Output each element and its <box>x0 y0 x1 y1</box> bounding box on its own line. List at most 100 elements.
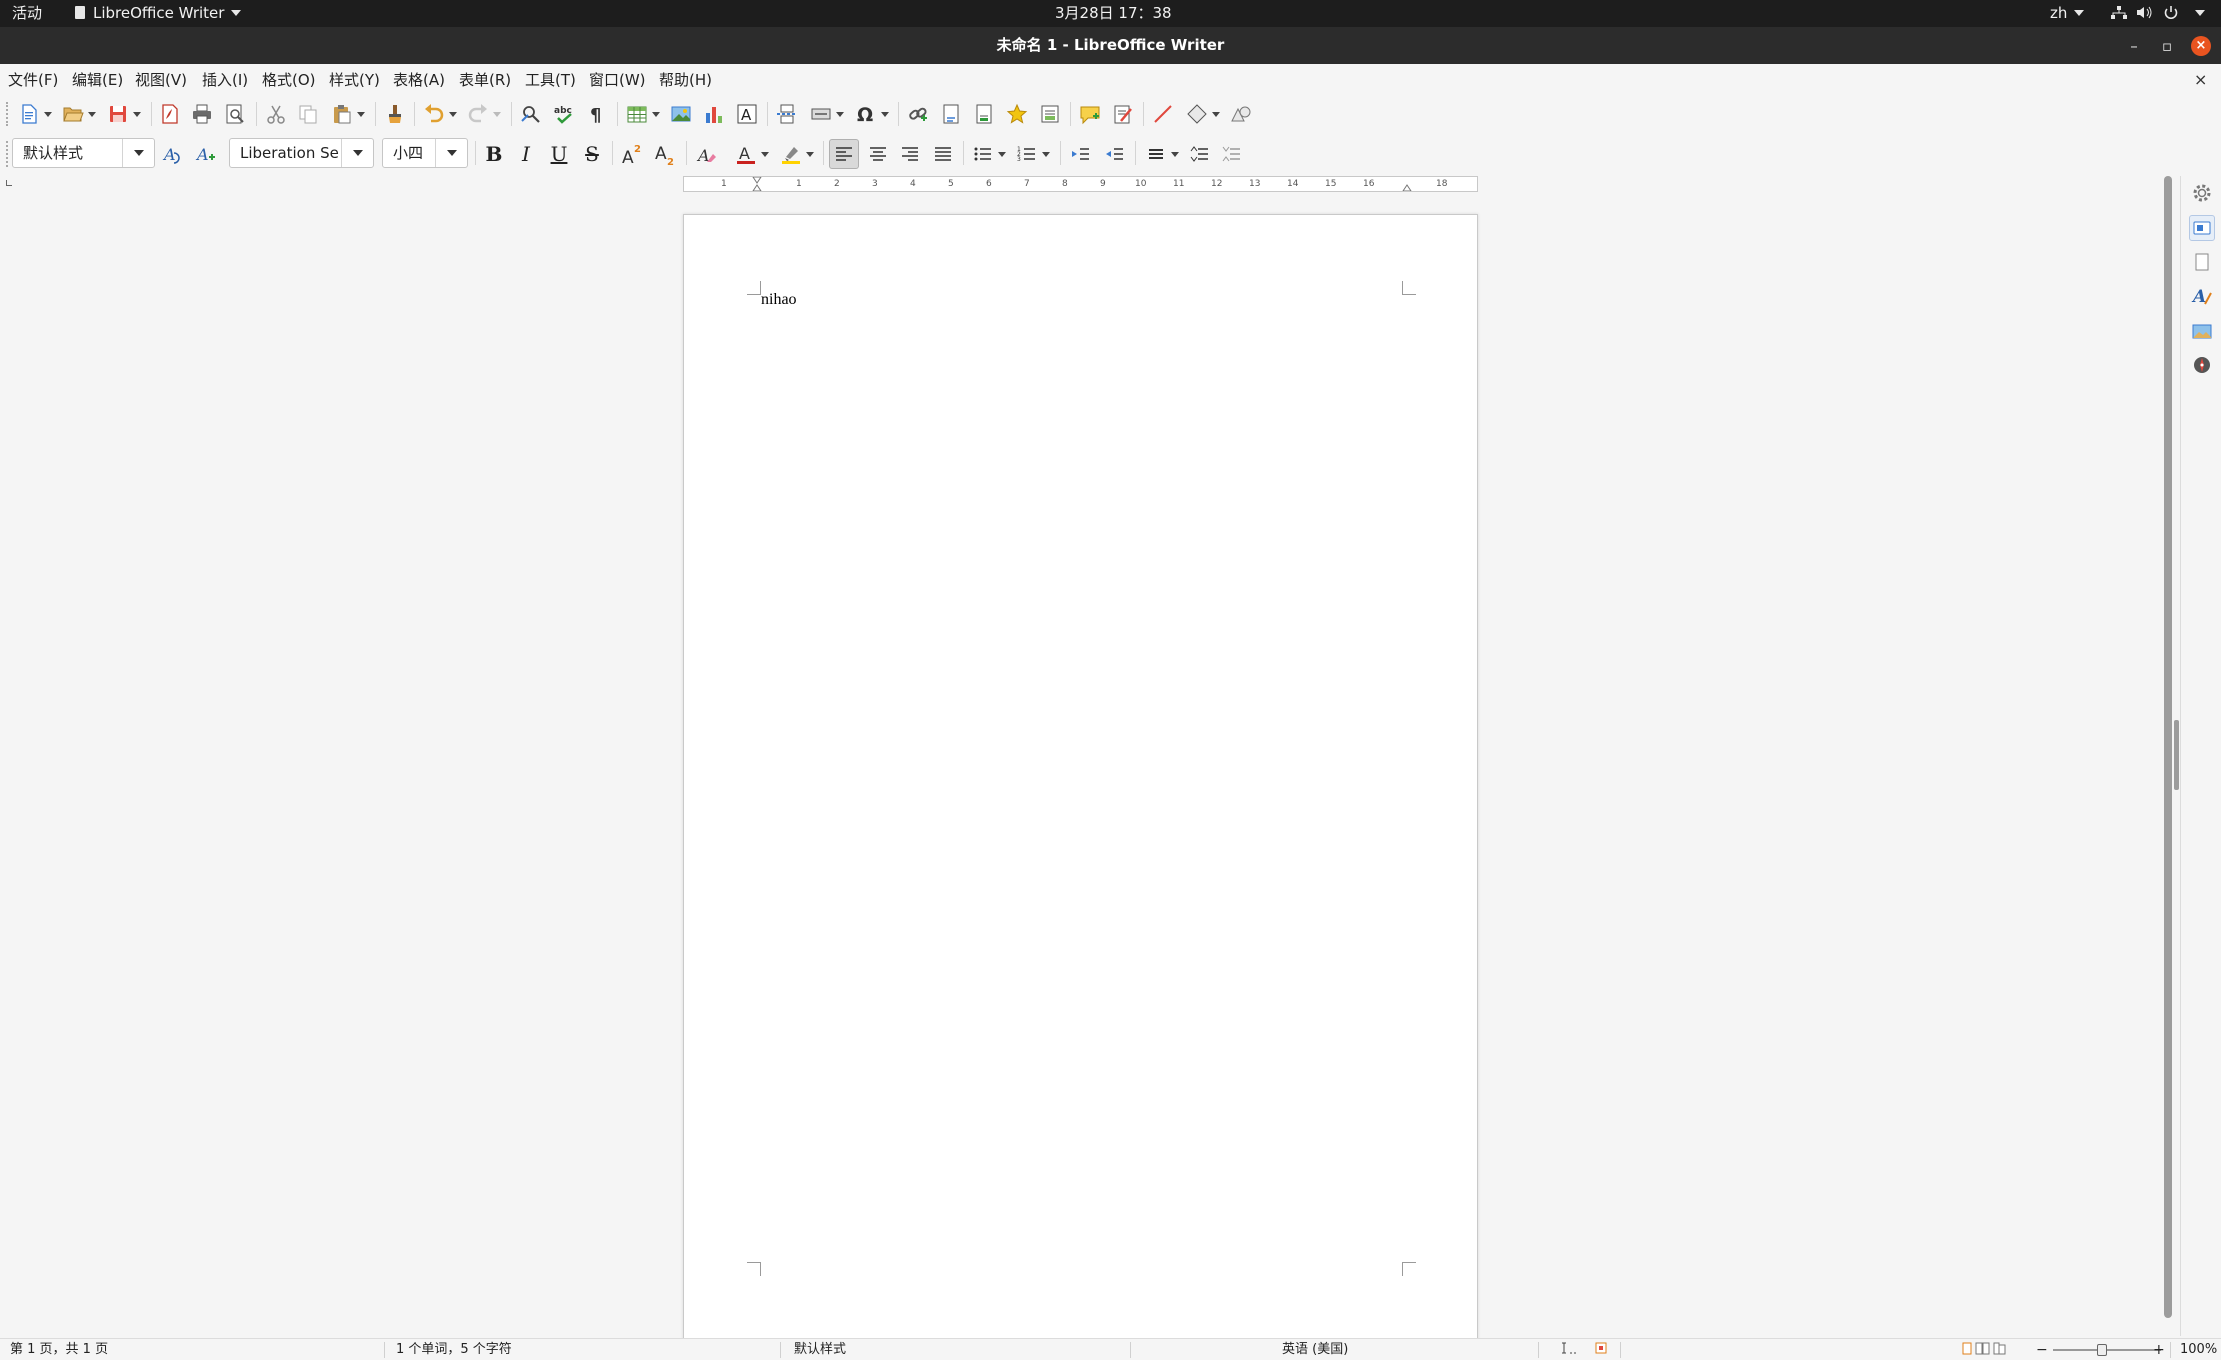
ordered-list-button[interactable]: 123 <box>1012 139 1054 169</box>
increase-paragraph-spacing-button[interactable] <box>1185 139 1215 169</box>
zoom-slider-handle[interactable] <box>2097 1344 2107 1356</box>
sidebar-styles-button[interactable]: A <box>2189 283 2215 309</box>
menu-edit[interactable]: 编辑(E) <box>72 64 123 96</box>
justify-button[interactable] <box>928 139 958 169</box>
insert-cross-reference-button[interactable] <box>1036 99 1064 129</box>
document-text[interactable]: nihao <box>761 291 797 309</box>
input-language-indicator[interactable]: zh <box>2050 0 2085 27</box>
page-count-status[interactable]: 第 1 页，共 1 页 <box>10 1339 108 1360</box>
align-right-button[interactable] <box>895 139 925 169</box>
word-count-status[interactable]: 1 个单词，5 个字符 <box>396 1339 512 1360</box>
copy-button[interactable] <box>294 99 322 129</box>
close-window-button[interactable]: × <box>2191 36 2211 56</box>
new-style-button[interactable]: A <box>192 139 220 169</box>
italic-button[interactable]: I <box>513 139 539 169</box>
insert-table-button[interactable] <box>622 99 664 129</box>
spelling-button[interactable]: abc <box>550 99 578 129</box>
print-button[interactable] <box>188 99 216 129</box>
menu-tools[interactable]: 工具(T) <box>525 64 576 96</box>
underline-button[interactable]: U <box>546 139 572 169</box>
app-menu[interactable]: LibreOffice Writer <box>75 0 242 27</box>
activities-button[interactable]: 活动 <box>12 0 42 27</box>
insert-footnote-button[interactable] <box>937 99 965 129</box>
chevron-down-icon[interactable] <box>435 139 467 167</box>
sidebar-properties-button[interactable] <box>2189 215 2215 241</box>
track-changes-button[interactable] <box>1109 99 1137 129</box>
sidebar-page-button[interactable] <box>2189 249 2215 275</box>
open-button[interactable] <box>58 99 100 129</box>
insert-textbox-button[interactable]: A <box>733 99 761 129</box>
selection-mode-status[interactable] <box>1594 1339 1608 1360</box>
update-style-button[interactable]: A <box>159 139 187 169</box>
toolbar-grip[interactable] <box>6 102 8 126</box>
insert-line-button[interactable] <box>1149 99 1177 129</box>
basic-shapes-button[interactable] <box>1182 99 1224 129</box>
insert-chart-button[interactable] <box>700 99 728 129</box>
superscript-button[interactable]: A2 <box>617 139 647 169</box>
clear-formatting-button[interactable]: A <box>692 139 722 169</box>
font-name-combo[interactable]: Liberation Se <box>229 138 374 168</box>
save-button[interactable] <box>103 99 145 129</box>
menu-view[interactable]: 视图(V) <box>135 64 187 96</box>
menu-form[interactable]: 表单(R) <box>459 64 511 96</box>
sidebar-collapse-handle[interactable] <box>2174 720 2179 790</box>
menu-format[interactable]: 格式(O) <box>262 64 316 96</box>
highlight-color-button[interactable] <box>776 139 818 169</box>
chevron-down-icon[interactable] <box>122 139 154 167</box>
find-replace-button[interactable] <box>517 99 545 129</box>
zoom-level[interactable]: 100% <box>2180 1339 2217 1360</box>
increase-indent-button[interactable] <box>1066 139 1096 169</box>
insert-field-button[interactable] <box>806 99 848 129</box>
export-pdf-button[interactable] <box>156 99 184 129</box>
subscript-button[interactable]: A2 <box>650 139 680 169</box>
menu-help[interactable]: 帮助(H) <box>659 64 712 96</box>
draw-functions-button[interactable] <box>1227 99 1255 129</box>
horizontal-ruler[interactable]: 1 1 2 3 4 5 6 7 8 9 10 11 12 13 14 15 16… <box>683 176 1478 192</box>
insert-hyperlink-button[interactable] <box>904 99 932 129</box>
menu-styles[interactable]: 样式(Y) <box>329 64 380 96</box>
toolbar-grip[interactable] <box>6 141 8 167</box>
new-document-button[interactable] <box>14 99 56 129</box>
paragraph-style-combo[interactable]: 默认样式 <box>12 138 155 168</box>
menu-table[interactable]: 表格(A) <box>393 64 445 96</box>
language-status[interactable]: 英语 (美国) <box>1282 1339 1348 1360</box>
sidebar-gallery-button[interactable] <box>2189 318 2215 344</box>
minimize-button[interactable]: – <box>2124 36 2144 56</box>
decrease-indent-button[interactable] <box>1100 139 1130 169</box>
zoom-in-button[interactable]: + <box>2153 1339 2165 1360</box>
maximize-button[interactable]: ▫ <box>2157 36 2177 56</box>
chevron-down-icon[interactable] <box>341 139 373 167</box>
zoom-out-button[interactable]: − <box>2036 1339 2048 1360</box>
insert-image-button[interactable] <box>667 99 695 129</box>
print-preview-button[interactable] <box>221 99 249 129</box>
font-size-combo[interactable]: 小四 <box>382 138 468 168</box>
undo-button[interactable] <box>419 99 461 129</box>
menu-window[interactable]: 窗口(W) <box>589 64 646 96</box>
sidebar-navigator-button[interactable] <box>2189 352 2215 378</box>
formatting-marks-button[interactable]: ¶ <box>583 99 611 129</box>
font-color-button[interactable]: A <box>731 139 773 169</box>
scrollbar-thumb[interactable] <box>2164 176 2172 1318</box>
line-spacing-button[interactable] <box>1141 139 1183 169</box>
unordered-list-button[interactable] <box>968 139 1010 169</box>
decrease-paragraph-spacing-button[interactable] <box>1217 139 1247 169</box>
page-style-status[interactable]: 默认样式 <box>794 1339 846 1360</box>
strikethrough-button[interactable]: S <box>579 139 605 169</box>
view-layout-buttons[interactable] <box>1962 1339 2006 1360</box>
zoom-slider[interactable] <box>2053 1349 2161 1351</box>
insert-comment-button[interactable] <box>1076 99 1104 129</box>
insert-endnote-button[interactable] <box>970 99 998 129</box>
cut-button[interactable] <box>262 99 290 129</box>
document-page[interactable]: nihao <box>683 214 1478 1360</box>
bold-button[interactable]: B <box>481 139 507 169</box>
paste-button[interactable] <box>327 99 369 129</box>
redo-button[interactable] <box>463 99 505 129</box>
right-indent-marker[interactable] <box>1402 177 1412 191</box>
menu-file[interactable]: 文件(F) <box>8 64 58 96</box>
insert-special-character-button[interactable]: Ω <box>851 99 893 129</box>
close-document-button[interactable]: × <box>2194 64 2207 96</box>
clone-formatting-button[interactable] <box>381 99 409 129</box>
insert-mode-status[interactable] <box>1562 1339 1578 1360</box>
sidebar-settings-button[interactable] <box>2189 180 2215 206</box>
insert-bookmark-button[interactable] <box>1003 99 1031 129</box>
